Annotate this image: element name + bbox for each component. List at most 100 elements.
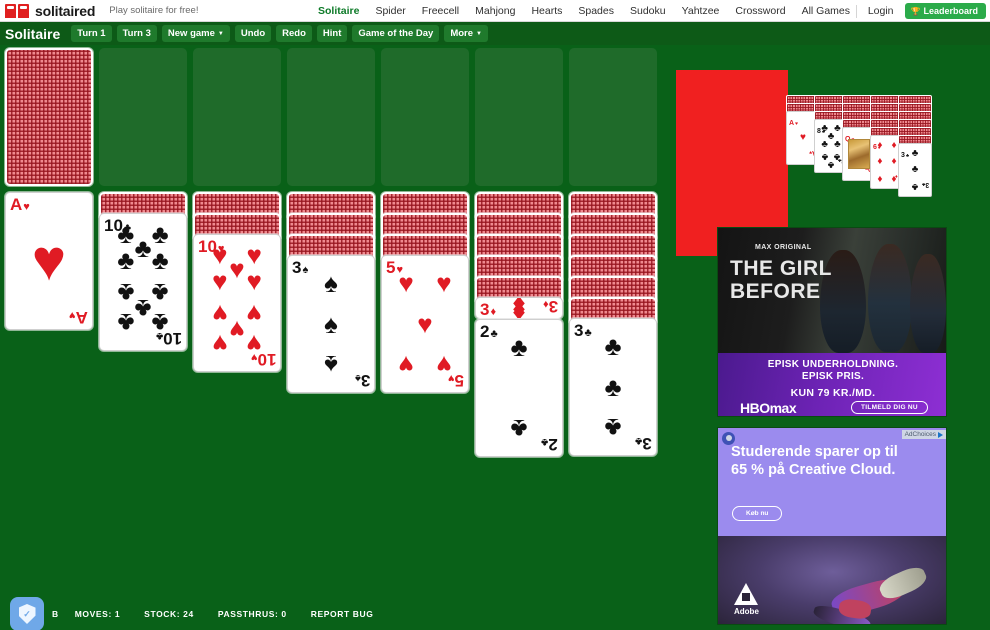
card-2-of-clubs[interactable]: 2♣ 2♣ ♣ ♣ xyxy=(475,319,563,457)
card-pip: ♠ xyxy=(324,268,338,299)
card-pip: ♣ xyxy=(827,159,835,171)
toolbar-button-redo[interactable]: Redo xyxy=(276,25,312,42)
card-pip: ♦ xyxy=(891,156,897,167)
card-pip: ♥ xyxy=(212,266,228,297)
chevron-down-icon: ▼ xyxy=(217,30,224,37)
shield-check-icon[interactable] xyxy=(10,597,44,630)
main-nav-links: Solitaire Spider Freecell Mahjong Hearts Spad… xyxy=(310,0,858,22)
hbo-ad-promo-panel: EPISK UNDERHOLDNING. EPISK PRIS. KUN 79 … xyxy=(718,353,946,416)
toolbar-button-turn-3[interactable]: Turn 3 xyxy=(116,25,157,42)
toolbar-button-undo[interactable]: Undo xyxy=(234,25,272,42)
card-pip: ♣ xyxy=(151,277,169,308)
card-pip: ♣ xyxy=(604,331,622,362)
card-pip: ♥ xyxy=(212,240,228,271)
adobe-ad-top-panel: AdChoices Studerende sparer op til 65 % … xyxy=(718,428,946,536)
nav-link-solitaire[interactable]: Solitaire xyxy=(310,5,367,17)
toolbar-button-label: New game xyxy=(167,28,215,39)
card-pip: ♥ xyxy=(212,328,228,359)
ad-figure-3 xyxy=(910,254,946,353)
card-5-of-hearts[interactable]: 5♥ 5♥ ♥ ♥ ♥ ♥ ♥ xyxy=(381,255,469,393)
toolbar-button-game-of-the-day[interactable]: Game of the Day xyxy=(352,25,440,42)
status-item-0: B xyxy=(52,609,59,619)
card-pips: ♥ xyxy=(6,193,92,329)
card-pip: ♣ xyxy=(604,412,622,443)
site-logo[interactable]: solitaired xyxy=(0,3,95,19)
card-3-of-clubs[interactable]: 3♣ 3♣ ♣ ♣ ♣ xyxy=(569,318,657,456)
card-pip: ♥ xyxy=(229,315,245,346)
stock-pile[interactable] xyxy=(5,48,93,186)
chevron-down-icon: ▼ xyxy=(476,30,482,37)
nav-link-spider[interactable]: Spider xyxy=(367,5,413,17)
nav-link-freecell[interactable]: Freecell xyxy=(414,5,467,17)
hbo-max-ad[interactable]: MAX ORIGINAL THE GIRL BEFORE EPISK UNDERH… xyxy=(717,227,947,417)
card-10-of-clubs[interactable]: 10♣ 10♣ ♣ ♣ ♣ ♣ ♣ ♣ ♣ ♣ ♣ ♣ xyxy=(99,213,187,351)
nav-link-crossword[interactable]: Crossword xyxy=(727,5,793,17)
card-pip: ♦ xyxy=(891,172,897,184)
hbo-cta-button[interactable]: TILMELD DIG NU xyxy=(851,401,928,414)
hbo-promo-line-1: EPISK UNDERHOLDNING. xyxy=(767,359,899,370)
toolbar-button-new-game[interactable]: New game ▼ xyxy=(161,25,230,42)
foundation-slot-1[interactable] xyxy=(193,48,281,186)
card-pip: ♣ xyxy=(834,151,841,163)
card-A-of-hearts[interactable]: A♥A♥♥ xyxy=(5,192,93,330)
waste-pile-slot[interactable] xyxy=(99,48,187,186)
nav-link-sudoku[interactable]: Sudoku xyxy=(622,5,674,17)
card-pip: ♣ xyxy=(911,180,919,192)
foundation-slot-4[interactable] xyxy=(475,48,563,186)
card-pips: ♦ ♦ ♦ xyxy=(476,298,562,318)
card-pip: ♣ xyxy=(134,233,152,263)
trophy-icon: 🏆 xyxy=(910,6,921,16)
toolbar-button-label: Hint xyxy=(322,28,342,39)
foundation-slot-3[interactable] xyxy=(381,48,469,186)
nav-link-mahjong[interactable]: Mahjong xyxy=(467,5,523,17)
nav-right-group: Login 🏆 Leaderboard xyxy=(855,0,986,22)
card-pip: ♣ xyxy=(834,122,841,134)
hbo-ad-title: THE GIRL BEFORE xyxy=(730,257,832,303)
card-pip: ♣ xyxy=(117,219,135,250)
card-pip: ♣ xyxy=(117,277,135,308)
status-item-1: MOVES: 1 xyxy=(74,609,121,619)
card-3-of-clubs[interactable]: 3♣ 3♣ ♣ ♣ ♣ xyxy=(898,143,932,197)
toolbar-button-turn-1[interactable]: Turn 1 xyxy=(71,25,112,42)
card-pip: ♣ xyxy=(117,307,135,338)
card-pip: ♣ xyxy=(834,138,841,150)
game-toolbar: Solitaire Turn 1 Turn 3 New game ▼ Undo Redo H… xyxy=(0,22,990,45)
card-pip: ♦ xyxy=(877,172,883,184)
card-10-of-hearts[interactable]: 10♥ 10♥ ♥ ♥ ♥ ♥ ♥ ♥ ♥ ♥ ♥ ♥ xyxy=(193,234,281,372)
card-pip: ♣ xyxy=(821,138,828,150)
status-item-4[interactable]: REPORT BUG xyxy=(311,609,374,619)
nav-link-all-games[interactable]: All Games xyxy=(794,5,858,17)
nav-link-hearts[interactable]: Hearts xyxy=(523,5,570,17)
adobe-creative-cloud-ad[interactable]: AdChoices Studerende sparer op til 65 % … xyxy=(717,427,947,625)
adobe-cta-button[interactable]: Køb nu xyxy=(732,506,783,521)
toolbar-button-more[interactable]: More ▼ xyxy=(444,25,488,42)
card-pip: ♣ xyxy=(151,307,169,338)
card-pip: ♣ xyxy=(134,294,152,325)
hbo-promo-line-2: EPISK PRIS. xyxy=(801,371,865,382)
toolbar-button-label: Turn 3 xyxy=(122,28,151,39)
adchoices-label: AdChoices xyxy=(904,431,936,438)
card-pip: ♦ xyxy=(891,140,897,152)
card-pip: ♣ xyxy=(604,372,622,402)
card-pip: ♥ xyxy=(246,298,262,329)
leaderboard-button[interactable]: 🏆 Leaderboard xyxy=(904,3,986,19)
nav-link-yahtzee[interactable]: Yahtzee xyxy=(674,5,728,17)
card-pip: ♠ xyxy=(324,349,338,380)
foundation-slot-2[interactable] xyxy=(287,48,375,186)
card-pips: ♣ ♣ ♣ ♣ ♣ ♣ ♣ ♣ ♣ ♣ xyxy=(100,214,186,350)
card-3-of-diamonds[interactable]: 3♦ 3♦ ♦ ♦ ♦ xyxy=(475,297,563,319)
card-pips: ♣ ♣ ♣ xyxy=(899,144,931,196)
card-pips: ♥ ♥ ♥ ♥ ♥ ♥ ♥ ♥ ♥ ♥ xyxy=(194,235,280,371)
status-item-2: STOCK: 24 xyxy=(144,609,194,619)
card-3-of-spades[interactable]: 3♠ 3♠ ♠ ♠ ♠ xyxy=(287,255,375,393)
adchoices-badge[interactable]: AdChoices xyxy=(901,430,946,439)
card-pip: ♦ xyxy=(877,140,883,152)
card-pip: ♥ xyxy=(212,298,228,329)
toolbar-button-hint[interactable]: Hint xyxy=(316,25,348,42)
logo-text: solitaired xyxy=(35,2,96,19)
login-link[interactable]: Login xyxy=(863,5,899,17)
nav-link-spades[interactable]: Spades xyxy=(570,5,622,17)
toolbar-button-label: More xyxy=(450,28,474,39)
game-title: Solitaire xyxy=(5,25,61,42)
foundation-slot-5[interactable] xyxy=(569,48,657,186)
